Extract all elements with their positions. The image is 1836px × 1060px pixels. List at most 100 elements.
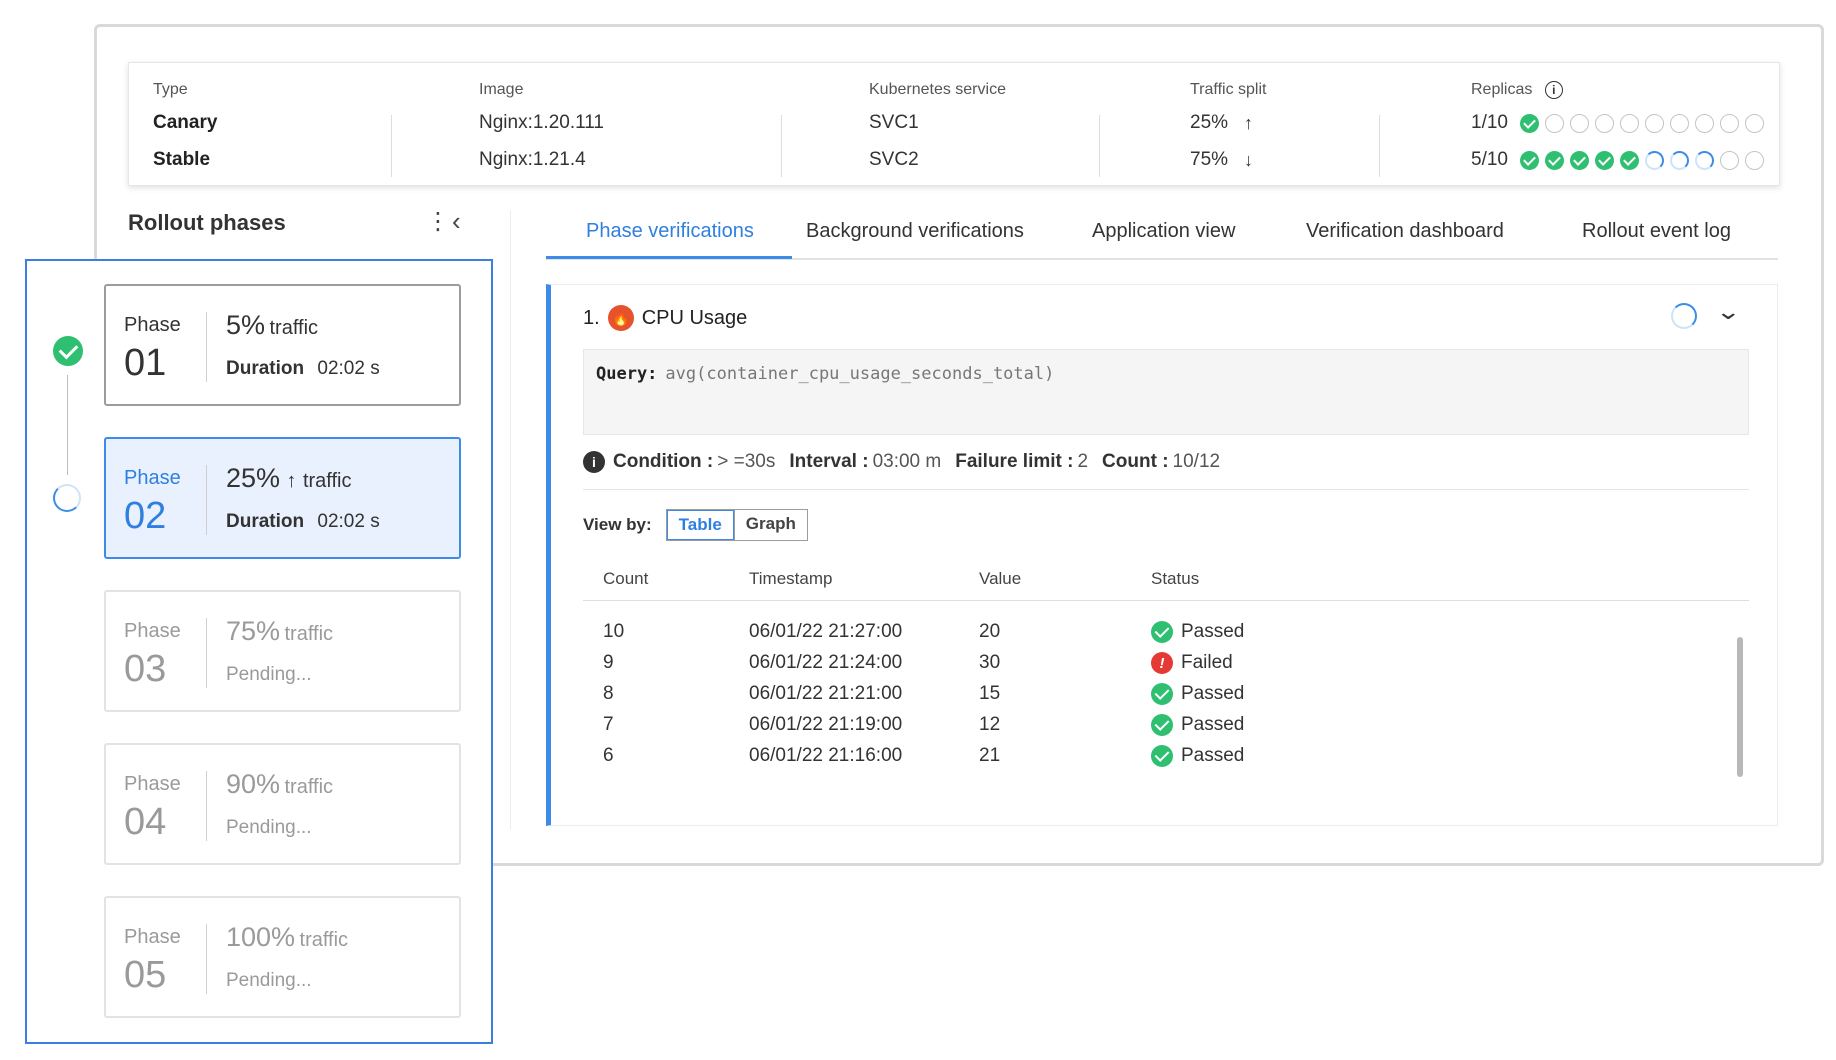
replica-empty-icon xyxy=(1719,150,1739,170)
arrow-up-icon: ↑ xyxy=(286,470,297,492)
query-box: Query: avg(container_cpu_usage_seconds_to… xyxy=(583,349,1749,435)
phase-traffic-word: traffic xyxy=(299,929,349,951)
view-segmented-control: Table Graph xyxy=(665,509,808,541)
view-graph-button[interactable]: Graph xyxy=(733,510,807,540)
verification-index: 1. xyxy=(583,306,600,329)
phase-label: Phase xyxy=(124,773,181,795)
view-table-button[interactable]: Table xyxy=(666,510,734,540)
tab-background-verifications[interactable]: Background verifications xyxy=(806,220,1024,243)
replica-empty-icon xyxy=(1594,113,1614,133)
interval-value: 03:00 m xyxy=(872,451,942,472)
verification-header: 1. 🔥 CPU Usage xyxy=(583,305,747,331)
tab-rollout-event-log[interactable]: Rollout event log xyxy=(1582,220,1731,243)
phase-traffic-word: traffic xyxy=(269,317,319,339)
stable-service: SVC2 xyxy=(869,149,919,170)
info-icon[interactable]: i xyxy=(1544,81,1563,99)
replica-ready-icon xyxy=(1519,150,1539,170)
cell-timestamp: 06/01/22 21:16:00 xyxy=(749,745,903,766)
view-by-toggle: View by: Table Graph xyxy=(583,509,808,541)
cell-status: Passed xyxy=(1151,745,1244,767)
canary-replica-dots xyxy=(1519,113,1764,133)
tab-verification-dashboard[interactable]: Verification dashboard xyxy=(1306,220,1504,243)
table-row: 10 06/01/22 21:27:00 20 Passed xyxy=(583,621,1683,651)
phase-card-02[interactable]: Phase 02 25% ↑ traffic Duration 02:02 s xyxy=(104,437,461,559)
failure-limit-label: Failure limit : xyxy=(955,451,1074,472)
prometheus-flame-icon: 🔥 xyxy=(607,305,634,331)
cell-value: 30 xyxy=(979,652,1001,673)
canary-replicas: 1/10 xyxy=(1471,112,1764,134)
phase-card-05[interactable]: Phase 05 100% traffic Pending... xyxy=(104,896,461,1018)
column-count[interactable]: Count xyxy=(603,569,648,589)
rollout-phases-title: Rollout phases xyxy=(128,210,286,235)
cell-count: 8 xyxy=(603,683,614,704)
status-passed-icon xyxy=(1151,714,1173,736)
service-header: Kubernetes service xyxy=(869,81,1006,98)
stable-replica-dots xyxy=(1519,150,1764,170)
phase-label: Phase xyxy=(124,620,181,642)
phase-number: 03 xyxy=(124,648,167,690)
phase-label: Phase xyxy=(124,467,181,489)
cell-status: Passed xyxy=(1151,621,1244,643)
phase-pending-status: Pending... xyxy=(226,970,312,991)
stable-type: Stable xyxy=(153,149,211,170)
divider xyxy=(206,465,207,535)
phase-traffic: 75% traffic xyxy=(226,616,333,647)
canary-type: Canary xyxy=(153,112,218,133)
phase-card-01[interactable]: Phase 01 5% traffic Duration 02:02 s xyxy=(104,284,461,406)
divider xyxy=(206,924,207,994)
phase-card-04[interactable]: Phase 04 90% traffic Pending... xyxy=(104,743,461,865)
replicas-header-label: Replicas xyxy=(1471,81,1533,99)
status-text: Failed xyxy=(1181,652,1233,673)
status-passed-icon xyxy=(1151,683,1173,705)
replicas-header: Replicas i xyxy=(1471,81,1563,99)
phase-complete-check-icon xyxy=(53,336,83,366)
replica-empty-icon xyxy=(1719,113,1739,133)
divider xyxy=(1379,115,1380,177)
query-label: Query: xyxy=(596,364,658,384)
status-text: Passed xyxy=(1181,621,1245,642)
phase-traffic: 25% ↑ traffic xyxy=(226,463,352,494)
replica-ready-icon xyxy=(1619,150,1639,170)
canary-image: Nginx:1.20.111 xyxy=(479,112,604,133)
phase-card-03[interactable]: Phase 03 75% traffic Pending... xyxy=(104,590,461,712)
tab-phase-verifications[interactable]: Phase verifications xyxy=(586,220,754,243)
condition-value: > =30s xyxy=(717,451,776,472)
phase-traffic-word: traffic xyxy=(302,470,352,492)
replica-empty-icon xyxy=(1669,113,1689,133)
phase-traffic-percent: 25% xyxy=(226,463,281,493)
duration-value: 02:02 s xyxy=(317,511,380,532)
table-row: 8 06/01/22 21:21:00 15 Passed xyxy=(583,683,1683,713)
status-passed-icon xyxy=(1151,745,1173,767)
phase-traffic: 5% traffic xyxy=(226,310,318,341)
column-value[interactable]: Value xyxy=(979,569,1021,589)
traffic-header: Traffic split xyxy=(1190,81,1267,98)
more-options-icon[interactable]: ⋮ xyxy=(426,210,450,234)
divider xyxy=(781,115,782,177)
collapse-chevron-icon[interactable]: ‹ xyxy=(452,206,461,237)
stable-traffic: 75% ↓ xyxy=(1190,149,1253,171)
column-timestamp[interactable]: Timestamp xyxy=(749,569,832,589)
timeline-connector xyxy=(67,375,68,475)
table-scrollbar[interactable] xyxy=(1737,637,1743,777)
count-label: Count : xyxy=(1102,451,1169,472)
verification-title: CPU Usage xyxy=(641,306,748,329)
phase-traffic-percent: 90% xyxy=(226,769,281,799)
phase-pending-status: Pending... xyxy=(226,664,312,685)
status-failed-icon: ! xyxy=(1151,652,1173,674)
phase-number: 05 xyxy=(124,954,167,996)
replica-ready-icon xyxy=(1544,150,1564,170)
chevron-down-icon[interactable]: ⌄ xyxy=(1715,299,1741,325)
tab-application-view[interactable]: Application view xyxy=(1092,220,1235,243)
replica-empty-icon xyxy=(1744,113,1764,133)
info-icon: i xyxy=(583,451,605,473)
replica-starting-icon xyxy=(1694,150,1714,170)
cell-count: 7 xyxy=(603,714,614,735)
replica-starting-icon xyxy=(1669,150,1689,170)
count-value: 10/12 xyxy=(1172,451,1221,472)
table-row: 9 06/01/22 21:24:00 30! Failed xyxy=(583,652,1683,682)
rollout-summary: Type Canary Stable Image Nginx:1.20.111 … xyxy=(128,62,1780,186)
view-by-label: View by: xyxy=(583,515,652,534)
column-status[interactable]: Status xyxy=(1151,569,1199,589)
arrow-down-icon: ↓ xyxy=(1244,149,1254,170)
canary-traffic-value: 25% xyxy=(1190,112,1229,133)
